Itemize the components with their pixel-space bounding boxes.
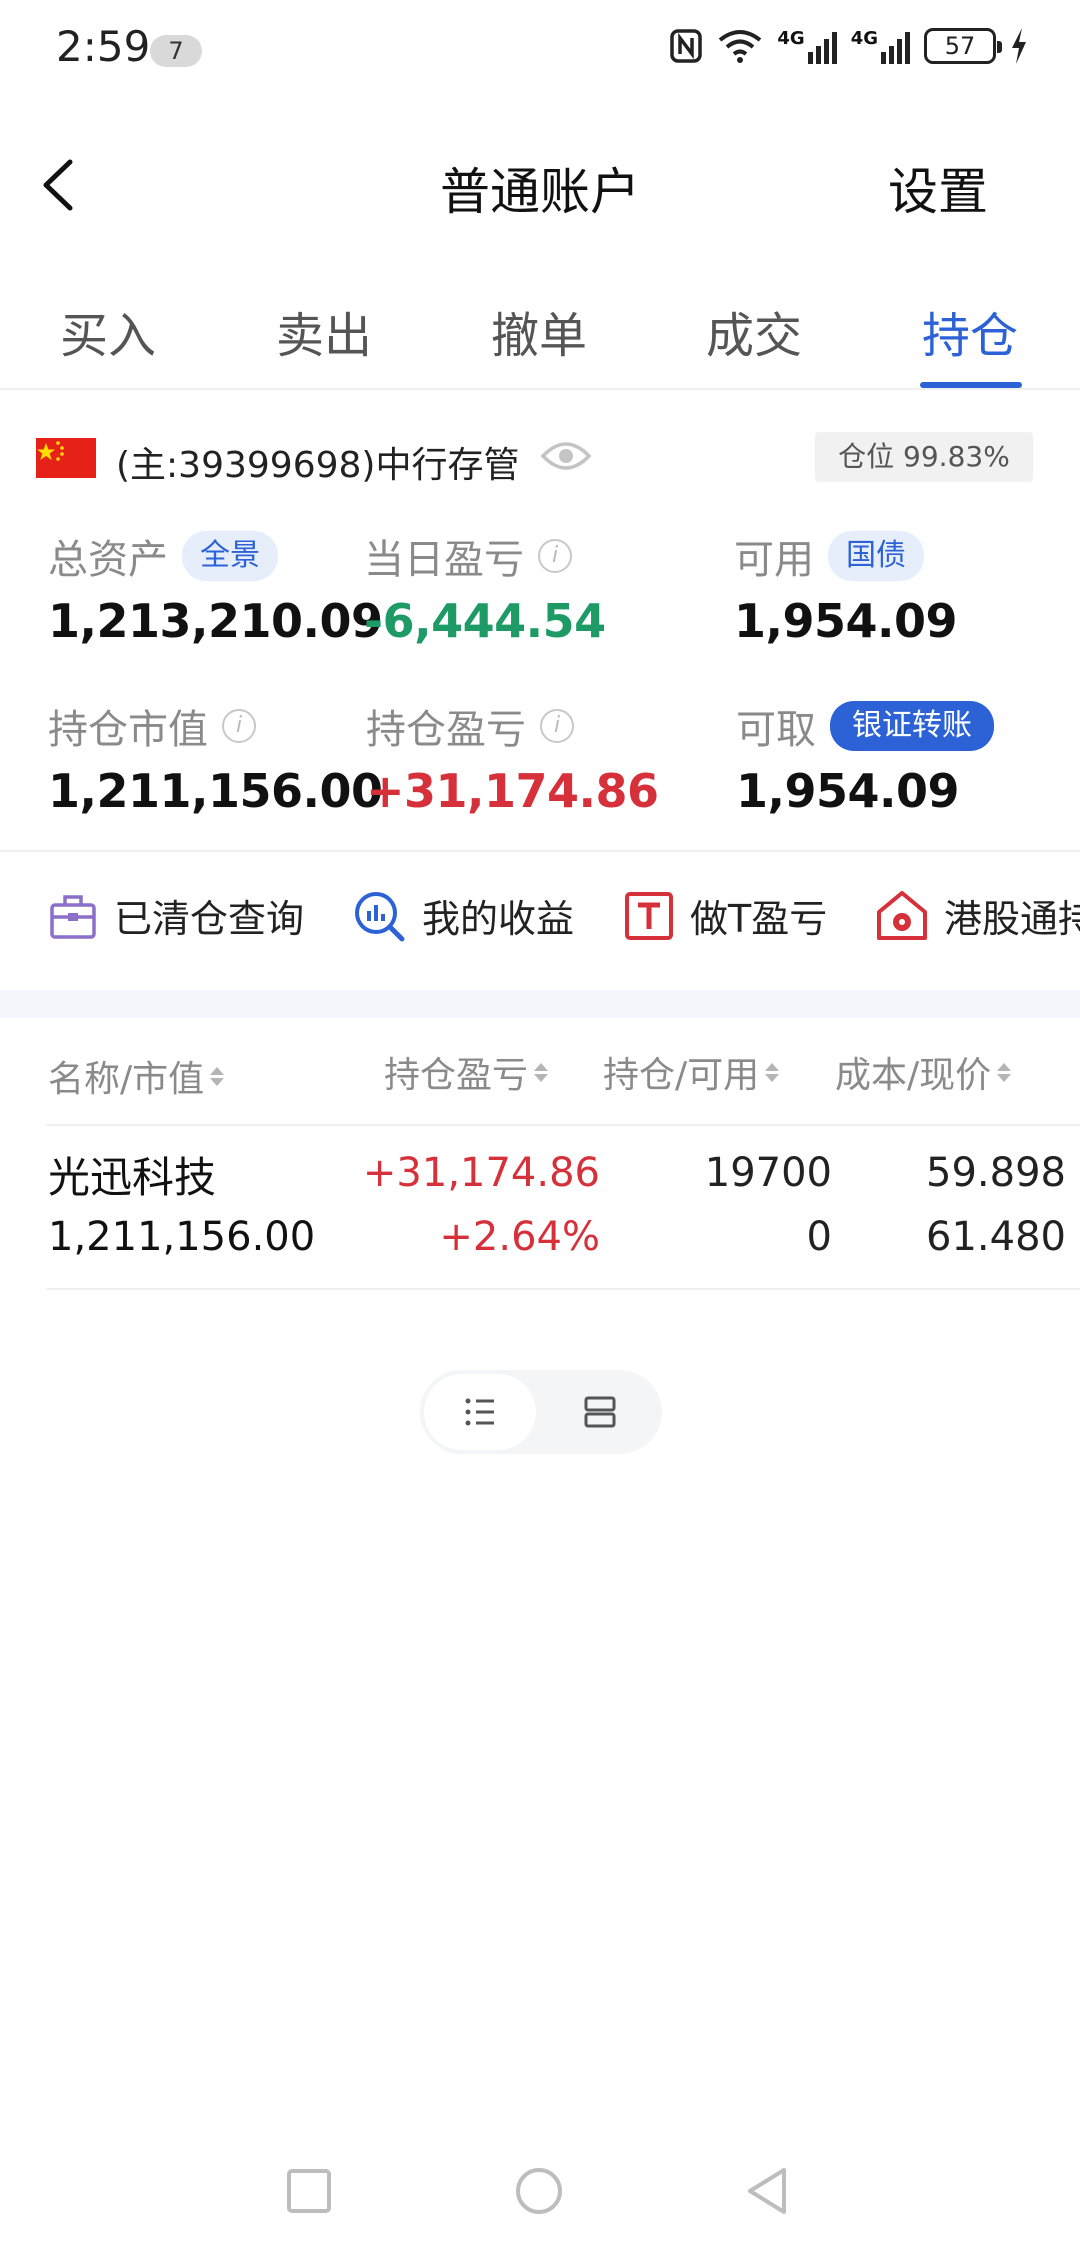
network-type-label: 4G bbox=[850, 28, 878, 49]
shortcut-label: 我的收益 bbox=[422, 897, 575, 941]
market-value-label: 持仓市值 bbox=[48, 707, 208, 753]
tab-deals[interactable]: 成交 bbox=[706, 296, 802, 366]
tab-holdings[interactable]: 持仓 bbox=[922, 296, 1018, 366]
stock-name: 光迅科技 bbox=[48, 1153, 217, 1202]
wifi-icon bbox=[719, 30, 762, 63]
account-label[interactable]: (主:39399698)中行存管 bbox=[116, 436, 519, 488]
market-value-value: 1,211,156.00 bbox=[48, 764, 383, 818]
account-row: (主:39399698)中行存管 仓位 99.83% bbox=[0, 430, 1080, 490]
shortcut-label: 港股通持 bbox=[944, 897, 1080, 941]
withdrawable-label: 可取 bbox=[736, 707, 816, 753]
total-assets-label: 总资产 bbox=[48, 537, 168, 583]
section-separator-band bbox=[0, 990, 1080, 1018]
daily-pnl-stat: 当日盈亏 i -6,444.54 bbox=[364, 528, 606, 648]
hk-connect-shortcut[interactable]: 港股通持 bbox=[876, 888, 1080, 943]
stock-cost: 59.898 bbox=[926, 1150, 1066, 1196]
info-icon[interactable]: i bbox=[540, 709, 574, 743]
battery-indicator: 57 bbox=[924, 28, 1002, 64]
sort-icon bbox=[210, 1066, 225, 1086]
network-type-label: 4G bbox=[777, 28, 805, 49]
total-assets-stat: 总资产 全景 1,213,210.09 bbox=[48, 528, 383, 648]
table-row[interactable]: 光迅科技 1,211,156.00 +31,174.86 +2.64% 1970… bbox=[46, 1124, 1080, 1290]
info-icon[interactable]: i bbox=[538, 539, 572, 573]
section-divider bbox=[0, 850, 1080, 852]
total-assets-value: 1,213,210.09 bbox=[48, 594, 383, 648]
holdings-table-header: 名称/市值 持仓盈亏 持仓/可用 成本/现价 bbox=[0, 1040, 1080, 1120]
available-value: 1,954.09 bbox=[734, 594, 958, 648]
recent-apps-button[interactable] bbox=[286, 2168, 332, 2214]
status-icons: 4G 4G 57 bbox=[669, 28, 1028, 64]
t-box-icon bbox=[625, 891, 673, 940]
holding-pnl-label: 持仓盈亏 bbox=[366, 707, 526, 753]
stock-market-value: 1,211,156.00 bbox=[48, 1214, 316, 1260]
holding-pnl-stat: 持仓盈亏 i +31,174.86 bbox=[366, 698, 659, 818]
chart-search-icon bbox=[355, 891, 405, 941]
charging-bolt-icon bbox=[1012, 28, 1026, 64]
system-navigation-bar bbox=[0, 2150, 1080, 2240]
panorama-tag-button[interactable]: 全景 bbox=[182, 531, 278, 581]
briefcase-icon bbox=[50, 894, 96, 939]
sort-icon bbox=[997, 1062, 1012, 1082]
shortcut-label: 已清仓查询 bbox=[114, 897, 305, 941]
stock-price: 61.480 bbox=[926, 1214, 1066, 1260]
sort-by-holding-header[interactable]: 持仓/可用 bbox=[603, 1046, 780, 1098]
china-flag-icon bbox=[36, 438, 96, 478]
position-ratio-badge: 仓位 99.83% bbox=[815, 432, 1033, 482]
info-icon[interactable]: i bbox=[222, 709, 256, 743]
list-view-button[interactable] bbox=[424, 1374, 536, 1450]
cellular-signal-2: 4G bbox=[851, 28, 910, 64]
tab-buy[interactable]: 买入 bbox=[60, 296, 156, 366]
withdrawable-value: 1,954.09 bbox=[736, 764, 960, 818]
header: 普通账户 设置 bbox=[0, 130, 1080, 240]
settings-button[interactable]: 设置 bbox=[888, 152, 988, 224]
my-earnings-shortcut[interactable]: 我的收益 bbox=[352, 888, 574, 943]
daily-pnl-label: 当日盈亏 bbox=[364, 537, 524, 583]
home-button[interactable] bbox=[514, 2166, 564, 2216]
sort-icon bbox=[534, 1062, 549, 1082]
holding-pnl-value: +31,174.86 bbox=[366, 764, 659, 818]
available-stat: 可用 国债 1,954.09 bbox=[734, 528, 958, 648]
nfc-icon bbox=[670, 29, 703, 63]
stock-holding: 19700 bbox=[704, 1150, 832, 1196]
cellular-signal-1: 4G bbox=[777, 28, 837, 64]
daily-pnl-value: -6,444.54 bbox=[364, 594, 606, 648]
notification-count-badge: 7 bbox=[150, 35, 202, 67]
stock-pnl: +31,174.86 bbox=[362, 1150, 600, 1196]
sort-by-pnl-header[interactable]: 持仓盈亏 bbox=[384, 1046, 549, 1098]
list-icon bbox=[465, 1398, 494, 1426]
card-view-button[interactable] bbox=[544, 1374, 656, 1450]
treasury-bond-tag-button[interactable]: 国债 bbox=[828, 531, 924, 581]
status-bar: 2:59 7 4G 4G 57 bbox=[0, 0, 1080, 100]
available-label: 可用 bbox=[734, 537, 814, 583]
sort-icon bbox=[765, 1062, 780, 1082]
trade-tabs: 买入 卖出 撤单 成交 持仓 bbox=[0, 270, 1080, 390]
stock-pnl-percent: +2.64% bbox=[439, 1214, 600, 1260]
hk-flower-icon bbox=[877, 890, 927, 940]
card-view-icon bbox=[584, 1396, 616, 1428]
withdrawable-stat: 可取 银证转账 1,954.09 bbox=[736, 698, 994, 818]
stock-available: 0 bbox=[806, 1214, 832, 1260]
cleared-positions-shortcut[interactable]: 已清仓查询 bbox=[48, 888, 304, 943]
bank-transfer-button[interactable]: 银证转账 bbox=[830, 701, 994, 751]
t-trade-pnl-shortcut[interactable]: 做T盈亏 bbox=[624, 888, 827, 943]
back-nav-button[interactable] bbox=[744, 2166, 790, 2216]
eye-icon[interactable] bbox=[540, 436, 592, 480]
shortcut-label: 做T盈亏 bbox=[690, 897, 828, 941]
sort-by-cost-header[interactable]: 成本/现价 bbox=[835, 1046, 1012, 1098]
active-tab-indicator bbox=[920, 382, 1022, 388]
tab-cancel-order[interactable]: 撤单 bbox=[491, 296, 587, 366]
status-time: 2:59 bbox=[56, 22, 151, 71]
tab-sell[interactable]: 卖出 bbox=[276, 296, 372, 366]
market-value-stat: 持仓市值 i 1,211,156.00 bbox=[48, 698, 383, 818]
shortcut-bar: 已清仓查询 我的收益 做T盈亏 港股通持 bbox=[0, 880, 1080, 960]
sort-by-name-header[interactable]: 名称/市值 bbox=[48, 1050, 225, 1102]
view-mode-toggle bbox=[420, 1370, 662, 1454]
